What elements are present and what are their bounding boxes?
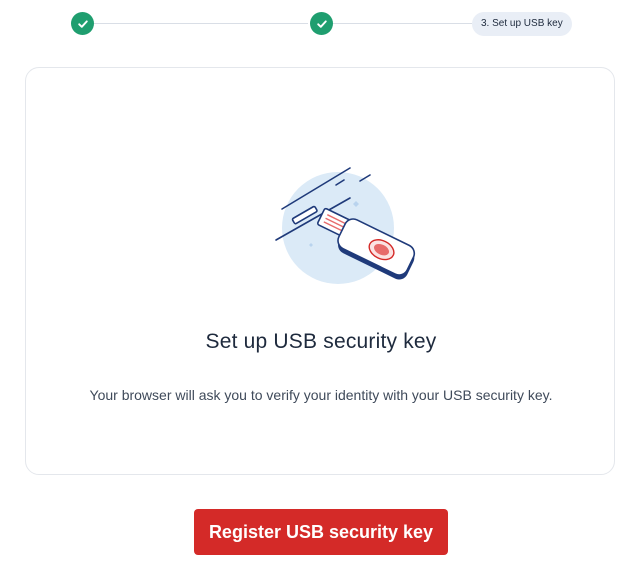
progress-stepper: 3. Set up USB key <box>0 0 632 48</box>
stepper-connector <box>94 23 308 24</box>
step-3-current: 3. Set up USB key <box>472 12 572 36</box>
stepper-connector <box>333 23 472 24</box>
check-icon <box>77 19 88 28</box>
step-1-complete <box>71 12 94 35</box>
setup-card: Set up USB security key Your browser wil… <box>25 67 615 475</box>
check-icon <box>316 19 327 28</box>
register-usb-key-button[interactable]: Register USB security key <box>194 509 448 555</box>
usb-security-key-illustration <box>275 167 416 284</box>
step-2-complete <box>310 12 333 35</box>
card-title: Set up USB security key <box>205 330 437 353</box>
card-description: Your browser will ask you to verify your… <box>89 387 553 403</box>
